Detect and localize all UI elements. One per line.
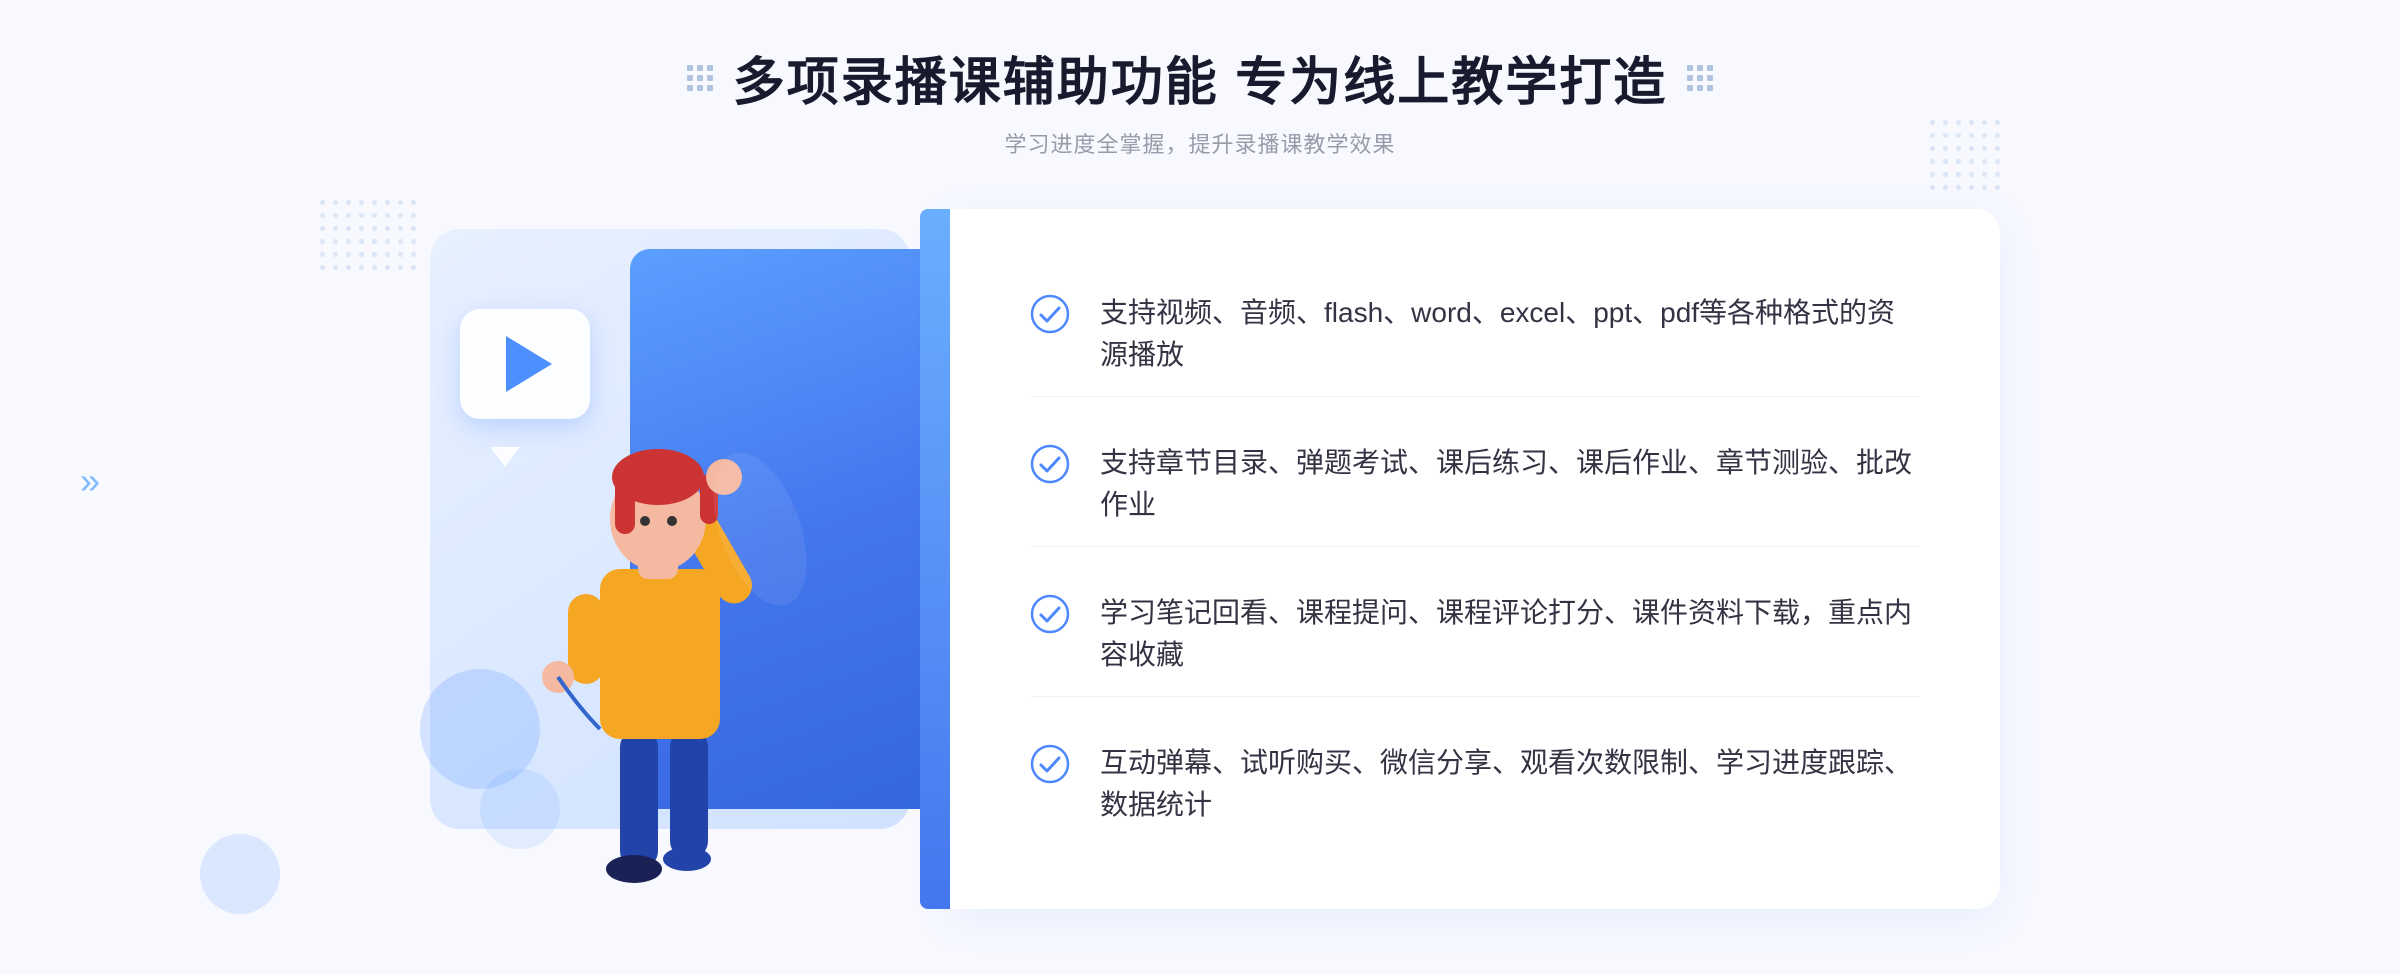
check-icon-2: [1030, 444, 1070, 484]
decorator-dots-left: [687, 65, 713, 91]
feature-text-4: 互动弹幕、试听购买、微信分享、观看次数限制、学习进度跟踪、数据统计: [1100, 742, 1920, 826]
dot-pattern-right: const dotRight = document.currentScript.…: [1930, 120, 2000, 190]
chevron-left-decoration: »: [80, 460, 100, 502]
feature-item-4: 互动弹幕、试听购买、微信分享、观看次数限制、学习进度跟踪、数据统计: [1030, 722, 1920, 846]
page-subtitle: 学习进度全掌握，提升录播课教学效果: [687, 127, 1713, 159]
page-title: 多项录播课辅助功能 专为线上教学打造: [733, 40, 1667, 115]
illustration-panel: [400, 209, 980, 889]
feature-item-2: 支持章节目录、弹题考试、课后练习、课后作业、章节测验、批改作业: [1030, 422, 1920, 547]
feature-item-1: 支持视频、音频、flash、word、excel、ppt、pdf等各种格式的资源…: [1030, 272, 1920, 397]
feature-text-2: 支持章节目录、弹题考试、课后练习、课后作业、章节测验、批改作业: [1100, 442, 1920, 526]
accent-bar: [920, 209, 950, 909]
feature-text-3: 学习笔记回看、课程提问、课程评论打分、课件资料下载，重点内容收藏: [1100, 592, 1920, 676]
deco-circle-bottom: [200, 834, 280, 914]
features-panel: 支持视频、音频、flash、word、excel、ppt、pdf等各种格式的资源…: [950, 209, 2000, 909]
content-area: 支持视频、音频、flash、word、excel、ppt、pdf等各种格式的资源…: [400, 209, 2000, 909]
page-container: const dotLeft = document.currentScript.p…: [0, 0, 2400, 974]
check-icon-4: [1030, 744, 1070, 784]
check-icon-3: [1030, 594, 1070, 634]
header-section: 多项录播课辅助功能 专为线上教学打造 学习进度全掌握，提升录播课教学效果: [687, 40, 1713, 159]
feature-item-3: 学习笔记回看、课程提问、课程评论打分、课件资料下载，重点内容收藏: [1030, 572, 1920, 697]
decorator-dots-right: [1687, 65, 1713, 91]
feature-text-1: 支持视频、音频、flash、word、excel、ppt、pdf等各种格式的资源…: [1100, 292, 1920, 376]
check-icon-1: [1030, 294, 1070, 334]
person-illustration: [500, 329, 820, 889]
